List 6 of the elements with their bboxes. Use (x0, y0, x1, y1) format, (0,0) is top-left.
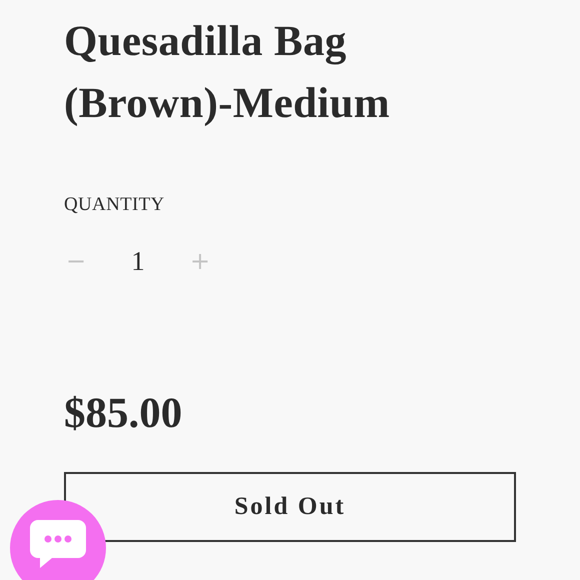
chat-icon (28, 518, 88, 570)
sold-out-button[interactable]: Sold Out (64, 472, 516, 542)
quantity-field[interactable]: 1 (88, 246, 188, 276)
product-title: Quesadilla Bag (Brown)-Medium (64, 17, 391, 129)
product-price: $85.00 (64, 389, 184, 439)
quantity-label: QUANTITY (64, 193, 166, 217)
